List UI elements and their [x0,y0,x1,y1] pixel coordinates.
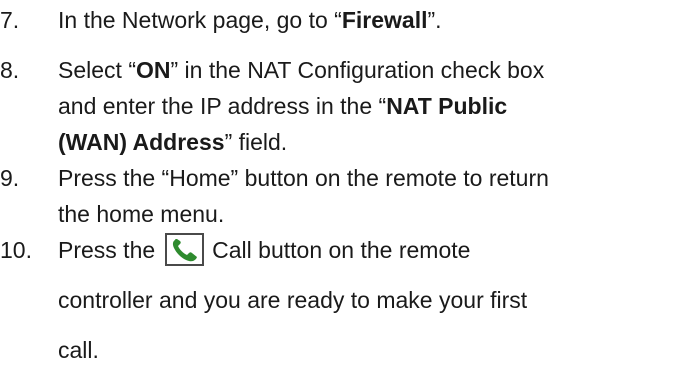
step-9-number: 9. [0,165,20,191]
step-8-line-3-post: ” field. [224,129,288,155]
step-8-line-1: Select “ON” in the NAT Configuration che… [58,50,544,90]
step-9-line-2: the home menu. [58,201,225,227]
step-9-line-1: Press the “Home” button on the remote to… [58,165,549,191]
step-8-wan-address-bold: (WAN) Address [58,129,225,155]
step-10-line-3: call. [58,337,99,363]
step-8-line-3: (WAN) Address” field. [58,122,287,162]
step-10-number: 10. [0,237,32,263]
step-10-line-1-post: Call button on the remote [212,237,471,263]
step-8-nat-public-bold: NAT Public [386,93,508,119]
step-8-line-2-pre: and enter the IP address in the “ [58,93,387,119]
step-8-line-1-post: ” in the NAT Configuration check box [170,57,545,83]
step-8-on-bold: ON [135,57,171,83]
step-8-line-2: and enter the IP address in the “NAT Pub… [58,86,507,126]
step-10-line-1-pre: Press the [58,237,156,263]
step-7-text-post: ”. [427,7,442,33]
step-7-firewall-bold: Firewall [341,7,428,33]
step-8-number: 8. [0,57,20,83]
step-10-line-2: controller and you are ready to make you… [58,287,528,313]
step-7-number: 7. [0,7,20,33]
step-7-text-pre: In the Network page, go to “ [58,7,342,33]
step-8-line-1-pre: Select “ [58,57,136,83]
step-7-text: In the Network page, go to “Firewall”. [58,0,442,40]
phone-call-icon [165,233,205,267]
phone-handset-icon [173,239,198,262]
step-10-line-1: Press the Call button on the remote [58,230,470,270]
